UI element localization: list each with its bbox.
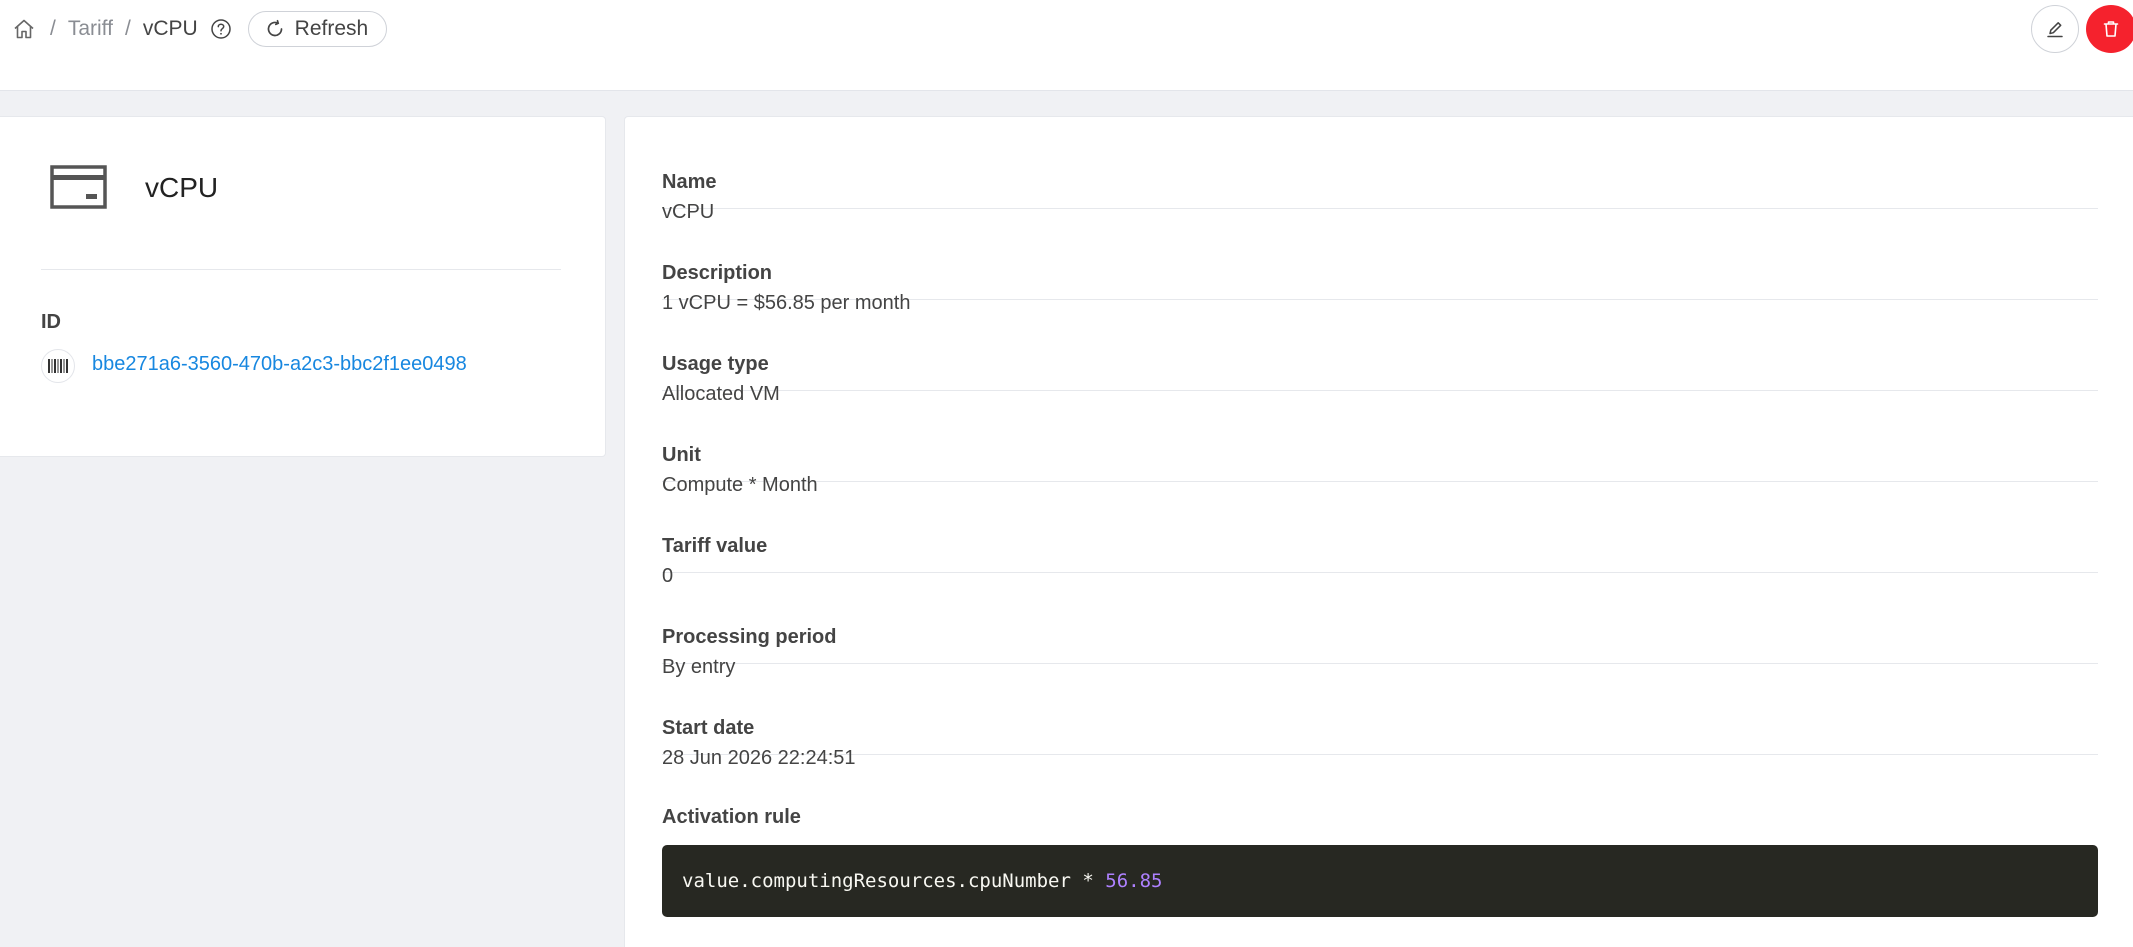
trash-icon (2103, 21, 2119, 37)
activation-rule-code: value.computingResources.cpuNumber * 56.… (662, 845, 2098, 917)
field-usage-type: Usage type Allocated VM (662, 299, 2098, 405)
activation-rule-label: Activation rule (662, 806, 801, 828)
barcode-icon (41, 349, 75, 383)
top-bar: / Tariff / vCPU Refresh (0, 0, 2133, 91)
breadcrumb-current: vCPU (142, 17, 198, 40)
id-label: ID (41, 311, 61, 333)
field-label: Name (662, 171, 717, 193)
refresh-label: Refresh (294, 17, 369, 40)
field-value: 28 Jun 2026 22:24:51 (662, 747, 856, 769)
edit-button[interactable] (2031, 5, 2079, 53)
refresh-icon (267, 19, 283, 37)
help-icon[interactable] (210, 18, 232, 40)
field-start-date: Start date 28 Jun 2026 22:24:51 (662, 663, 2098, 769)
delete-button[interactable] (2086, 5, 2133, 53)
summary-divider (41, 269, 561, 270)
refresh-button[interactable]: Refresh (247, 11, 388, 47)
code-expression: value.computingResources.cpuNumber * (682, 870, 1106, 892)
edit-icon (2047, 22, 2063, 38)
field-processing-period: Processing period By entry (662, 572, 2098, 678)
code-number: 56.85 (1105, 870, 1163, 892)
field-label: Unit (662, 444, 701, 466)
card-icon (50, 165, 108, 213)
field-unit: Unit Compute * Month (662, 390, 2098, 496)
field-label: Start date (662, 717, 755, 739)
field-label: Usage type (662, 353, 769, 375)
field-name: Name vCPU (662, 117, 2098, 223)
field-label: Description (662, 262, 773, 284)
home-icon[interactable] (12, 16, 38, 42)
id-value-link[interactable]: bbe271a6-3560-470b-a2c3-bbc2f1ee0498 (92, 353, 467, 376)
breadcrumb: / Tariff / vCPU Refresh (12, 10, 388, 48)
field-label: Processing period (662, 626, 837, 648)
field-tariff-value: Tariff value 0 (662, 481, 2098, 587)
summary-title: vCPU (145, 172, 219, 203)
details-card: Name vCPU Description 1 vCPU = $56.85 pe… (624, 116, 2133, 947)
field-label: Tariff value (662, 535, 768, 557)
breadcrumb-separator: / (124, 17, 131, 40)
summary-card: vCPU ID bbe271a6-3560-470b-a2c3-bbc2f1ee… (0, 116, 606, 457)
field-description: Description 1 vCPU = $56.85 per month (662, 208, 2098, 314)
breadcrumb-tariff-link[interactable]: Tariff (68, 17, 113, 41)
breadcrumb-separator: / (50, 17, 56, 40)
